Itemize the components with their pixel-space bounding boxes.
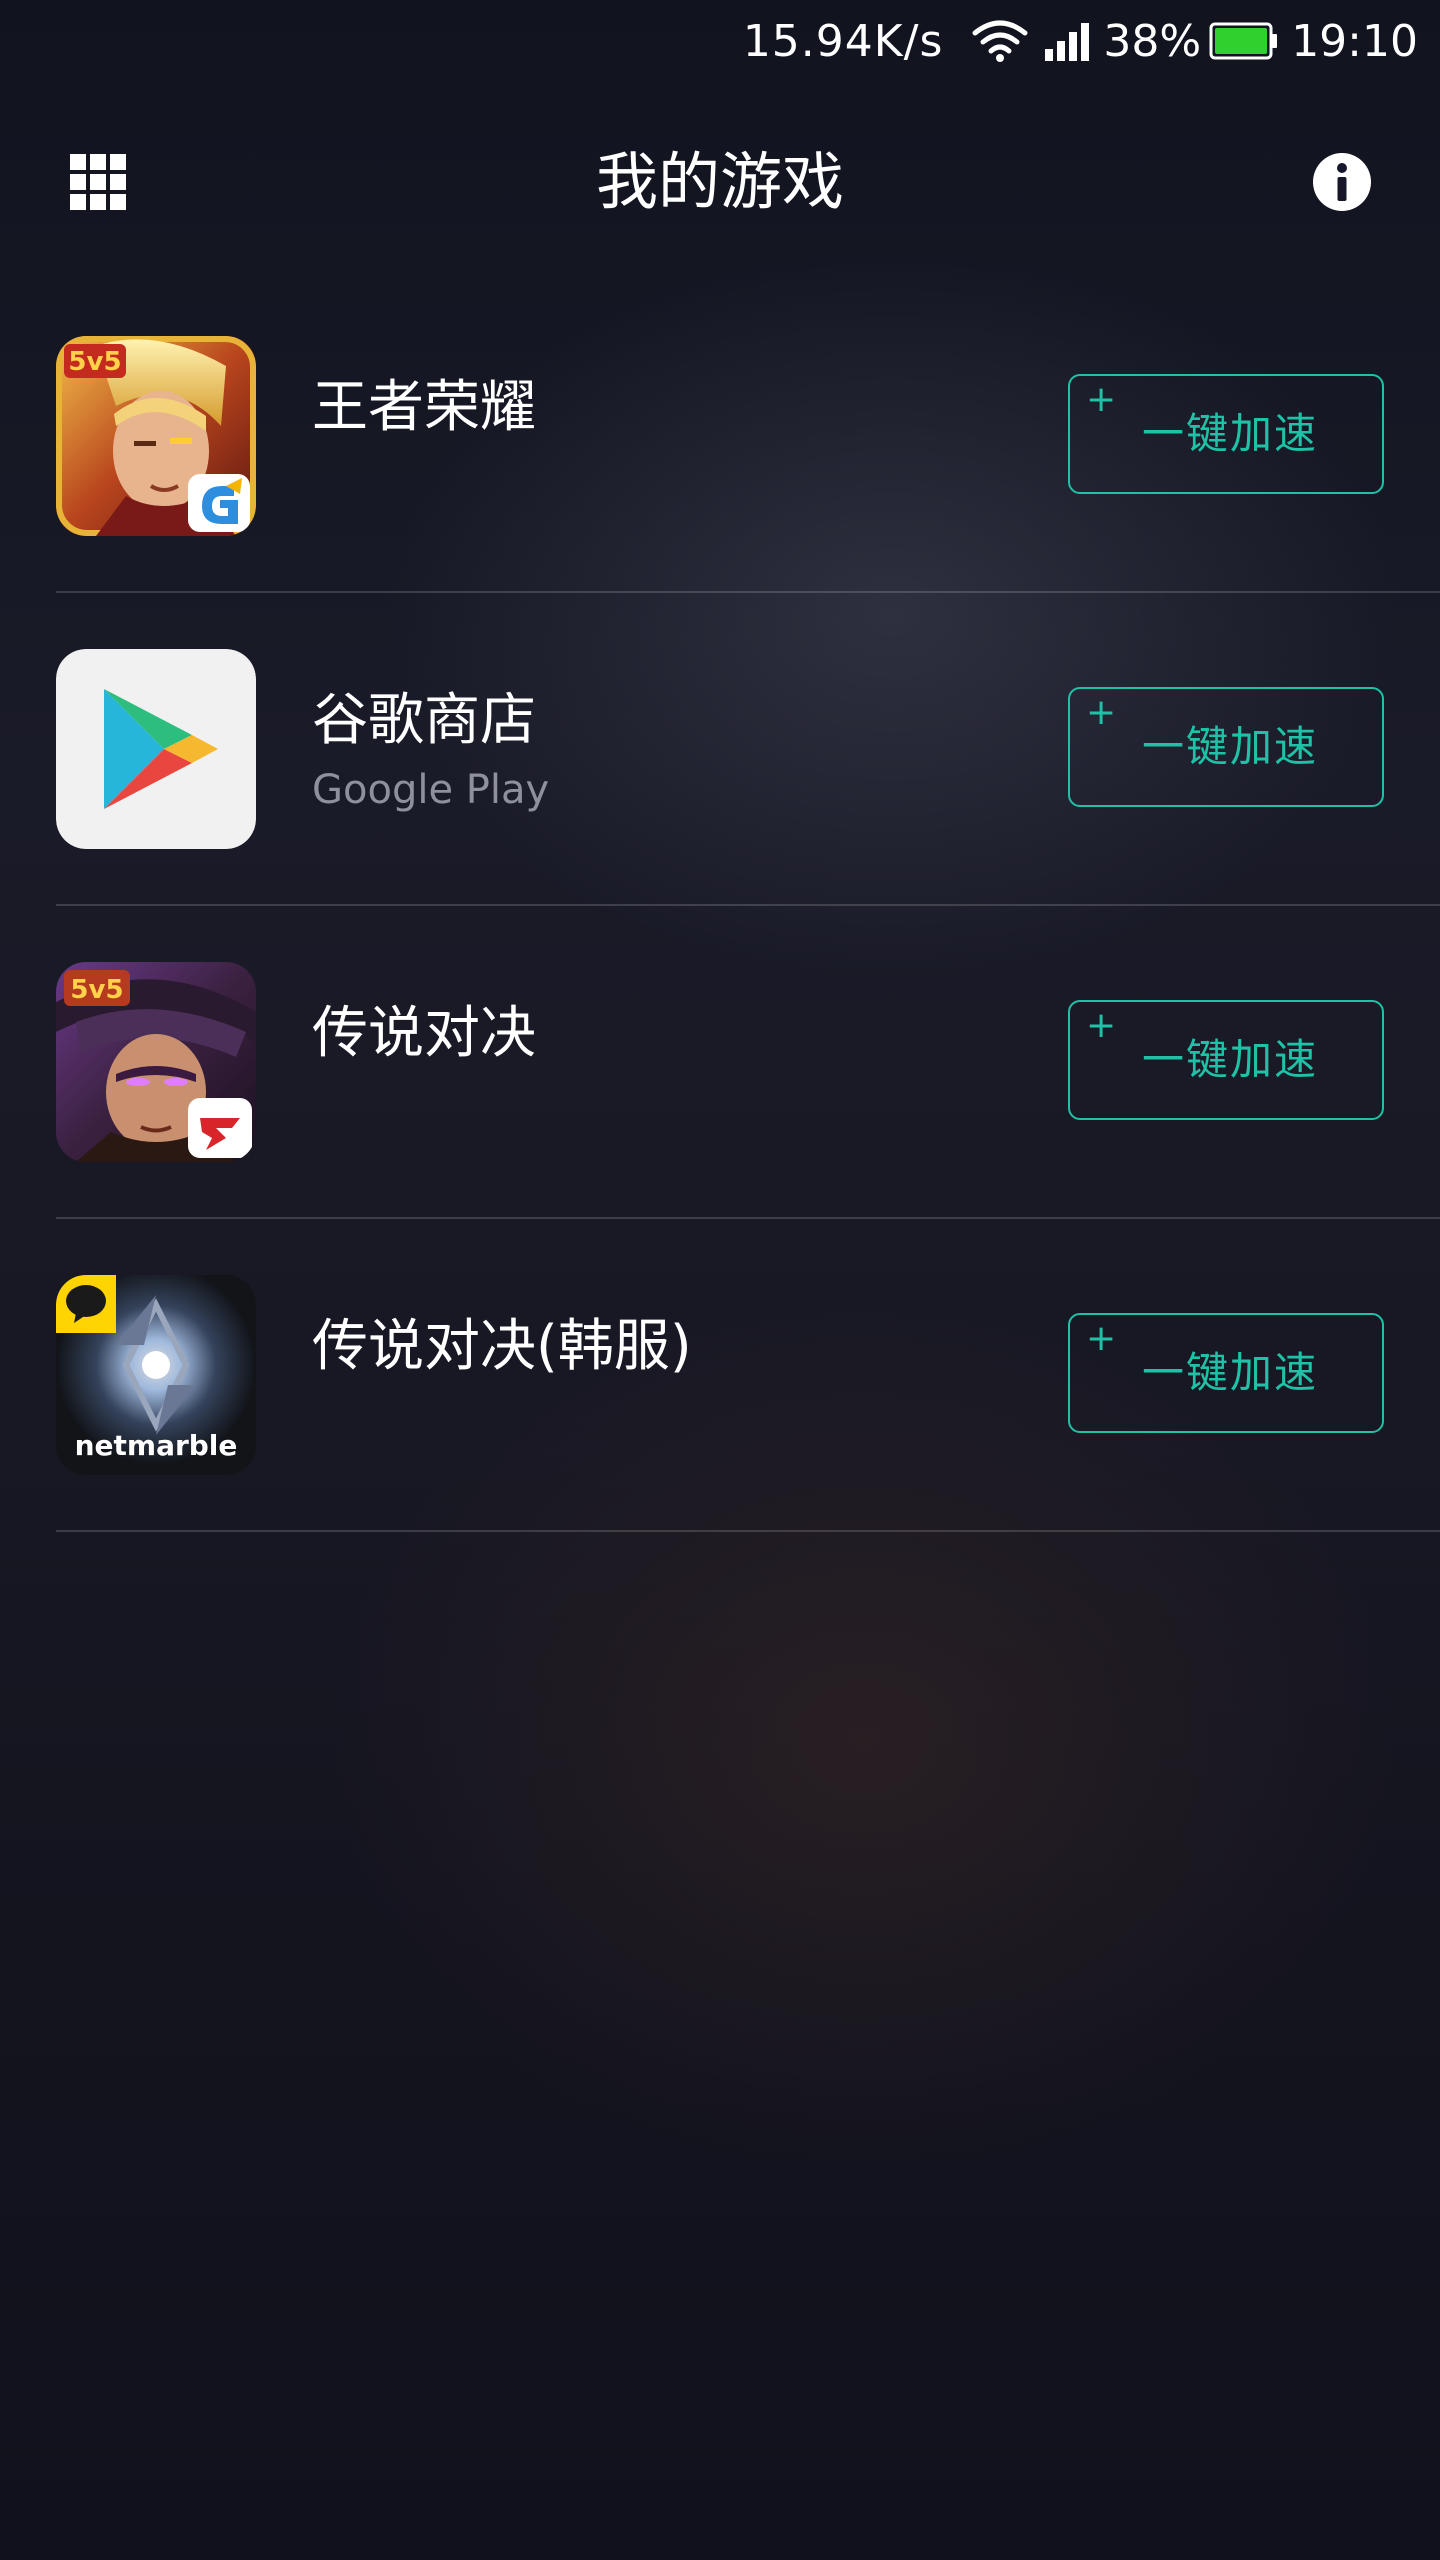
boost-button[interactable]: + 一键加速: [1068, 1000, 1384, 1120]
network-speed: 15.94K/s: [742, 15, 944, 67]
boost-button-label: 一键加速: [1142, 409, 1319, 458]
page-title: 我的游戏: [595, 145, 844, 218]
game-row-google-play[interactable]: 谷歌商店 Google Play + 一键加速: [56, 593, 1440, 906]
game-row-arena-of-valor[interactable]: 5v5 传说对决 + 一键加速: [56, 906, 1440, 1219]
netmarble-icon: netmarble: [56, 1275, 256, 1475]
game-subtitle: Google Play: [312, 767, 550, 813]
plus-icon: +: [1086, 1005, 1117, 1046]
game-name: 传说对决: [312, 1001, 536, 1066]
info-icon[interactable]: [1312, 152, 1372, 212]
netmarble-logo-text: netmarble: [75, 1429, 238, 1462]
arena-of-valor-icon: 5v5: [56, 962, 256, 1162]
boost-button[interactable]: + 一键加速: [1068, 687, 1384, 807]
status-bar: 15.94K/s 38% 19:10: [0, 0, 1440, 82]
boost-button-label: 一键加速: [1142, 1035, 1319, 1084]
boost-button-label: 一键加速: [1142, 1348, 1319, 1397]
boost-button[interactable]: + 一键加速: [1068, 1313, 1384, 1433]
plus-icon: +: [1086, 1318, 1117, 1359]
game-name: 王者荣耀: [312, 375, 536, 440]
badge-5v5-text: 5v5: [70, 975, 123, 1005]
boost-button-label: 一键加速: [1142, 722, 1319, 771]
game-row-honor-of-kings[interactable]: 5v5 王者荣耀 + 一键加速: [56, 280, 1440, 593]
header: 我的游戏: [0, 130, 1440, 234]
google-play-icon: [56, 649, 256, 849]
plus-icon: +: [1086, 379, 1117, 420]
plus-icon: +: [1086, 692, 1117, 733]
signal-icon: [1045, 23, 1090, 61]
game-name: 谷歌商店: [312, 688, 536, 753]
wifi-icon: [972, 20, 1028, 62]
honor-of-kings-icon: 5v5: [56, 336, 256, 536]
battery-percent: 38%: [1103, 15, 1202, 67]
battery-icon: [1209, 22, 1278, 60]
boost-button[interactable]: + 一键加速: [1068, 374, 1384, 494]
game-name: 传说对决(韩服): [312, 1314, 692, 1379]
clock: 19:10: [1291, 15, 1418, 67]
game-row-arena-of-valor-kr[interactable]: netmarble 传说对决(韩服) + 一键加速: [56, 1219, 1440, 1532]
game-list: 5v5 王者荣耀 + 一键加速 谷歌商店 Google Play + 一键加速 …: [0, 280, 1440, 1532]
badge-5v5-text: 5v5: [68, 347, 121, 377]
